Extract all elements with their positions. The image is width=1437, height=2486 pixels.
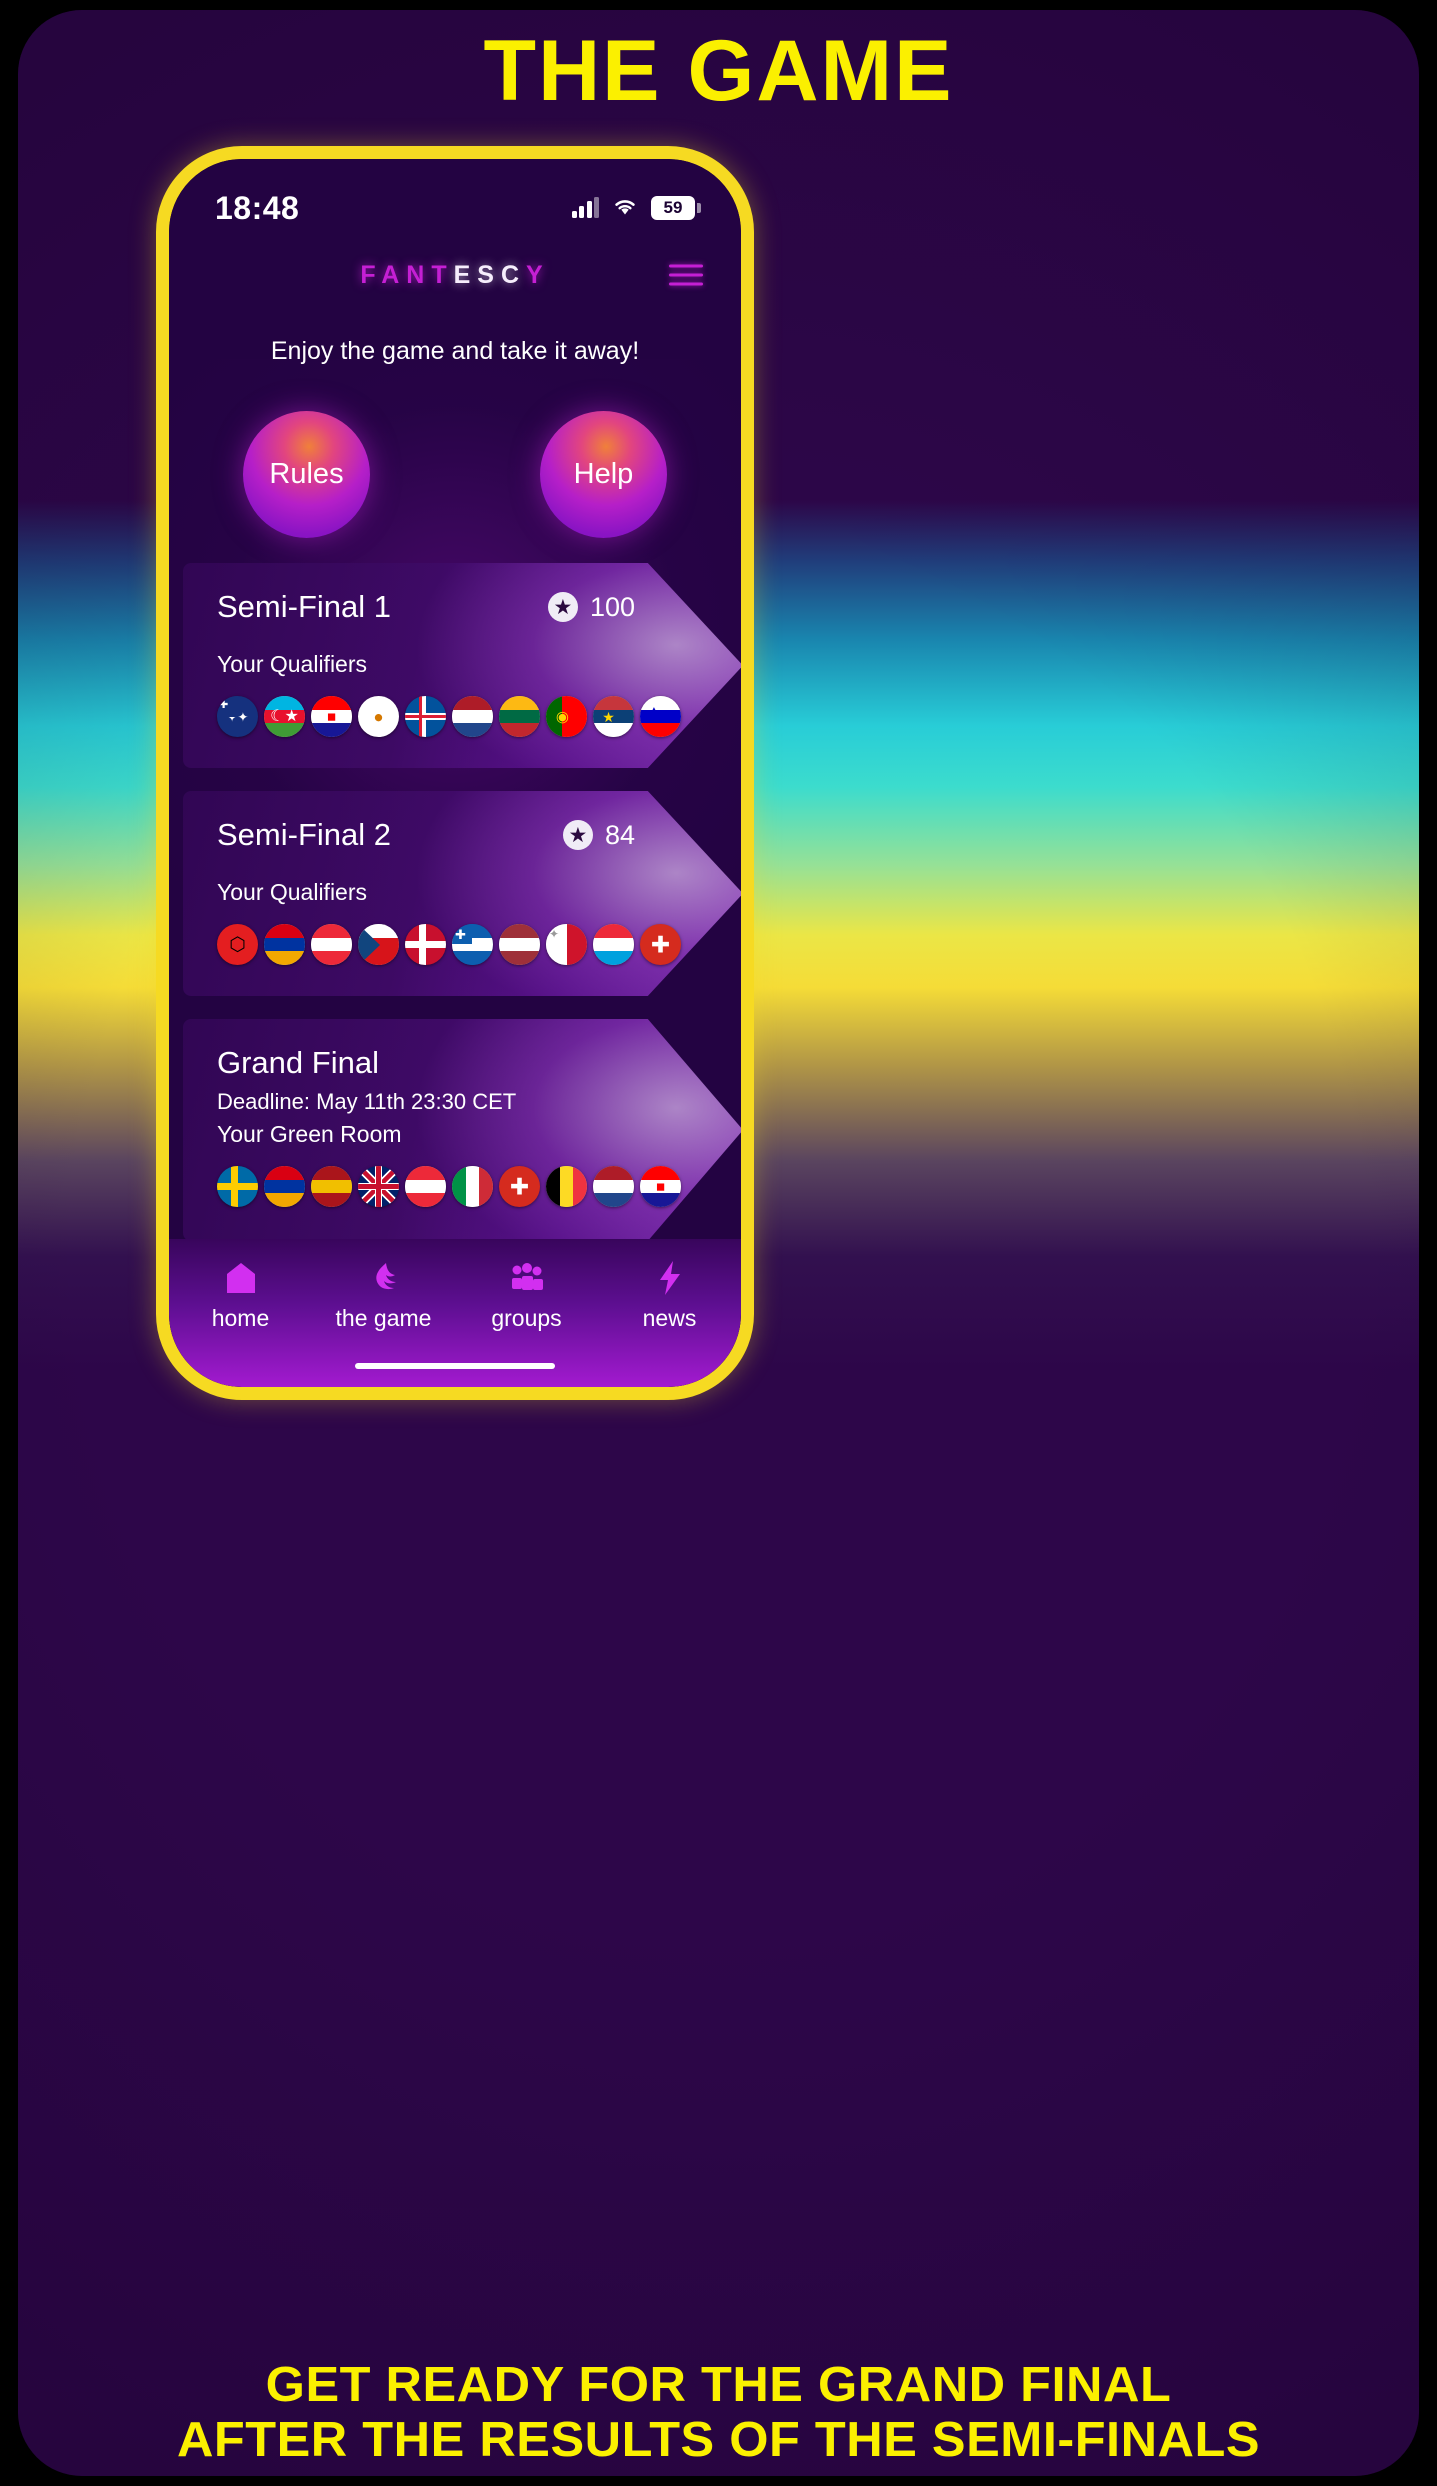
card-semi-final-2[interactable]: Semi-Final 2 ★ 84 Your Qualifiers ⬡ ✚ ✦ … bbox=[183, 791, 741, 996]
card-title: Semi-Final 1 bbox=[217, 589, 391, 624]
flag-row[interactable]: ✦✦ ✚ ☾★ ■ ● ◉ ★ ▲ bbox=[217, 696, 709, 737]
logo-part-2: ESC bbox=[453, 260, 526, 289]
flag-austria[interactable] bbox=[311, 924, 352, 965]
flag-cyprus[interactable]: ● bbox=[358, 696, 399, 737]
nav-item-the-game[interactable]: the game bbox=[312, 1261, 455, 1332]
score-value: 84 bbox=[604, 819, 635, 850]
flag-spain[interactable] bbox=[311, 1166, 352, 1207]
tagline-text: Enjoy the game and take it away! bbox=[270, 337, 640, 365]
action-orbs: Rules Help bbox=[169, 411, 741, 541]
flag-italy[interactable] bbox=[452, 1166, 493, 1207]
app-logo: FANTESCY bbox=[360, 261, 549, 290]
flag-row[interactable]: ⬡ ✚ ✦ ✚ bbox=[217, 924, 709, 965]
card-semi-final-1[interactable]: Semi-Final 1 ★ 100 Your Qualifiers ✦✦ ✚ ☾… bbox=[183, 563, 741, 768]
wifi-icon bbox=[612, 196, 638, 221]
rules-button[interactable]: Rules bbox=[243, 411, 370, 538]
flag-portugal[interactable]: ◉ bbox=[546, 696, 587, 737]
battery-indicator: 59 bbox=[651, 196, 701, 220]
phone-mockup-frame: 18:48 59 FANTESCY Enjoy the game and tak… bbox=[156, 146, 754, 1400]
logo-part-3: Y bbox=[526, 260, 550, 289]
card-title: Grand Final bbox=[217, 1045, 379, 1080]
flag-iceland[interactable] bbox=[405, 696, 446, 737]
page-title: THE GAME bbox=[483, 23, 954, 119]
help-button[interactable]: Help bbox=[540, 411, 667, 538]
flag-denmark[interactable] bbox=[405, 924, 446, 965]
nav-item-news[interactable]: news bbox=[598, 1261, 741, 1332]
flag-slovenia[interactable]: ▲ bbox=[640, 696, 681, 737]
caption-line-2: AFTER THE RESULTS OF THE SEMI-FINALS bbox=[176, 2413, 1261, 2468]
flag-malta[interactable]: ✦ bbox=[546, 924, 587, 965]
phone-screen: 18:48 59 FANTESCY Enjoy the game and tak… bbox=[169, 159, 741, 1387]
nav-item-groups[interactable]: groups bbox=[455, 1261, 598, 1332]
flag-latvia[interactable] bbox=[499, 924, 540, 965]
hamburger-menu-icon[interactable] bbox=[669, 264, 703, 286]
flag-sweden[interactable] bbox=[217, 1166, 258, 1207]
flag-switzerland[interactable]: ✚ bbox=[640, 924, 681, 965]
card-grand-final[interactable]: Grand Final Deadline: May 11th 23:30 CET… bbox=[183, 1019, 741, 1241]
poster-root: THE GAME 18:48 59 FANTESCY Enjoy the gam… bbox=[0, 0, 1437, 2486]
flag-netherlands[interactable] bbox=[593, 1166, 634, 1207]
flag-belgium[interactable] bbox=[546, 1166, 587, 1207]
star-badge-icon: ★ bbox=[562, 820, 593, 850]
poster-caption: GET READY FOR THE GRAND FINAL AFTER THE … bbox=[0, 2358, 1437, 2468]
flag-greece[interactable]: ✚ bbox=[452, 924, 493, 965]
flag-albania[interactable]: ⬡ bbox=[217, 924, 258, 965]
card-score: ★ 84 bbox=[562, 819, 709, 851]
flag-netherlands[interactable] bbox=[452, 696, 493, 737]
star-badge-icon: ★ bbox=[547, 592, 578, 622]
flag-lithuania[interactable] bbox=[499, 696, 540, 737]
score-value: 100 bbox=[589, 591, 635, 622]
status-time: 18:48 bbox=[215, 189, 300, 226]
home-icon bbox=[226, 1261, 256, 1295]
cellular-signal-icon bbox=[571, 197, 599, 218]
flag-row[interactable]: ✚ ■ bbox=[217, 1166, 709, 1207]
flag-armenia[interactable] bbox=[264, 1166, 305, 1207]
flag-armenia[interactable] bbox=[264, 924, 305, 965]
card-subtitle: Your Green Room bbox=[217, 1121, 402, 1147]
stage-card-list: Semi-Final 1 ★ 100 Your Qualifiers ✦✦ ✚ ☾… bbox=[169, 563, 741, 1247]
card-title: Semi-Final 2 bbox=[217, 817, 391, 852]
flag-croatia[interactable]: ■ bbox=[640, 1166, 681, 1207]
lightning-bolt-icon bbox=[658, 1261, 682, 1295]
nav-item-home[interactable]: home bbox=[169, 1261, 312, 1332]
card-score: ★ 100 bbox=[547, 591, 709, 623]
logo-part-1: FANT bbox=[360, 260, 454, 289]
flag-azerbaijan[interactable]: ☾★ bbox=[264, 696, 305, 737]
caption-line-1: GET READY FOR THE GRAND FINAL bbox=[265, 2358, 1172, 2413]
status-indicators: 59 bbox=[571, 196, 701, 221]
nav-label: groups bbox=[491, 1305, 562, 1331]
nav-label: home bbox=[211, 1305, 270, 1331]
flag-croatia[interactable]: ■ bbox=[311, 696, 352, 737]
card-subtitle: Your Qualifiers bbox=[217, 651, 368, 677]
flag-austria[interactable] bbox=[405, 1166, 446, 1207]
nav-label: news bbox=[642, 1305, 697, 1331]
card-subtitle: Your Qualifiers bbox=[217, 879, 368, 905]
nav-label: the game bbox=[335, 1305, 432, 1331]
flag-serbia[interactable]: ★ bbox=[593, 696, 634, 737]
flag-switzerland[interactable]: ✚ bbox=[499, 1166, 540, 1207]
app-header: FANTESCY bbox=[169, 247, 741, 303]
flag-luxembourg[interactable] bbox=[593, 924, 634, 965]
card-deadline: Deadline: May 11th 23:30 CET bbox=[217, 1089, 517, 1114]
flag-australia[interactable]: ✦✦ ✚ bbox=[217, 696, 258, 737]
flag-czechia[interactable] bbox=[358, 924, 399, 965]
status-bar: 18:48 59 bbox=[169, 181, 741, 235]
people-group-icon bbox=[509, 1261, 545, 1295]
bird-icon bbox=[367, 1261, 401, 1295]
home-indicator[interactable] bbox=[355, 1363, 555, 1369]
flag-united-kingdom[interactable] bbox=[358, 1166, 399, 1207]
